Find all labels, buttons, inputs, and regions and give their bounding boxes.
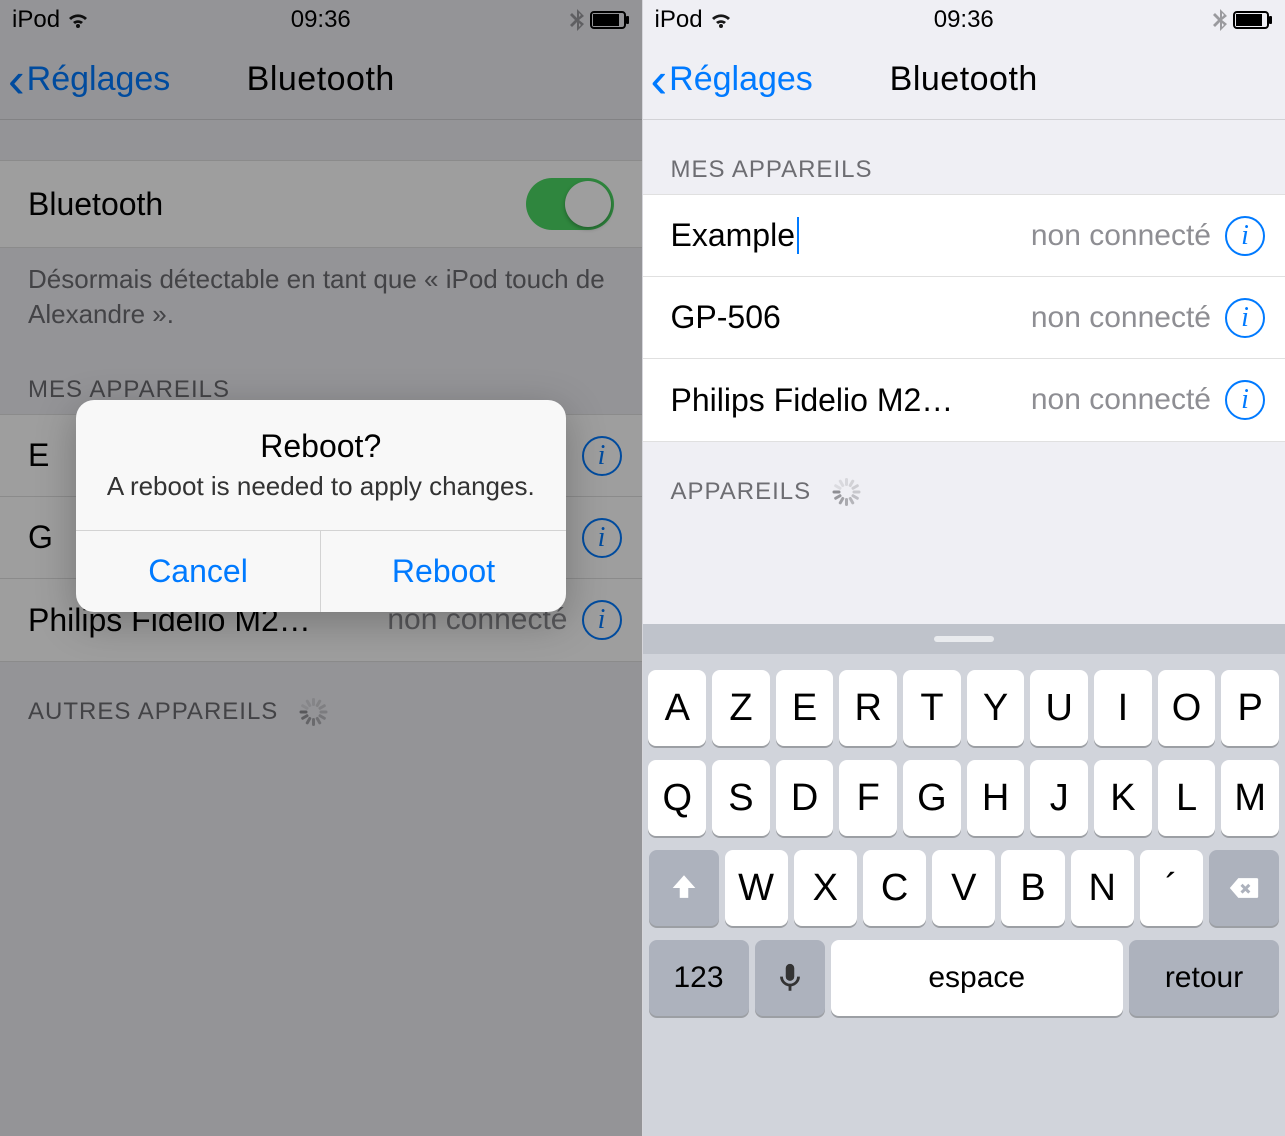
return-key[interactable]: retour — [1129, 940, 1279, 1016]
mic-key[interactable] — [755, 940, 825, 1016]
info-icon[interactable]: i — [1225, 298, 1265, 338]
appareils-label: APPAREILS — [671, 478, 812, 506]
key-b[interactable]: B — [1001, 850, 1064, 926]
back-label: Réglages — [669, 60, 813, 99]
key-z[interactable]: Z — [712, 670, 770, 746]
key-e[interactable]: E — [776, 670, 834, 746]
key-m[interactable]: M — [1221, 760, 1279, 836]
key-s[interactable]: S — [712, 760, 770, 836]
key-n[interactable]: N — [1071, 850, 1134, 926]
cancel-button[interactable]: Cancel — [76, 531, 322, 612]
numbers-key[interactable]: 123 — [649, 940, 749, 1016]
shift-key[interactable] — [649, 850, 719, 926]
key-´[interactable]: ´ — [1140, 850, 1203, 926]
reboot-alert: Reboot? A reboot is needed to apply chan… — [76, 400, 566, 612]
key-d[interactable]: D — [776, 760, 834, 836]
back-button[interactable]: ‹ Réglages — [643, 55, 813, 105]
key-k[interactable]: K — [1094, 760, 1152, 836]
reboot-button[interactable]: Reboot — [321, 531, 566, 612]
backspace-key[interactable] — [1209, 850, 1279, 926]
clock: 09:36 — [643, 6, 1285, 34]
key-g[interactable]: G — [903, 760, 961, 836]
device-status: non connecté — [1031, 219, 1211, 253]
key-w[interactable]: W — [725, 850, 788, 926]
my-devices-header: MES APPAREILS — [643, 120, 1285, 194]
screen-right: iPod 09:36 ‹ Réglages Bluetooth — [643, 0, 1285, 1136]
alert-message: A reboot is needed to apply changes. — [76, 471, 566, 530]
key-y[interactable]: Y — [967, 670, 1025, 746]
my-devices-list: Example non connecté i GP-506 non connec… — [643, 194, 1285, 442]
appareils-header: APPAREILS — [643, 442, 1285, 516]
key-v[interactable]: V — [932, 850, 995, 926]
key-r[interactable]: R — [839, 670, 897, 746]
key-l[interactable]: L — [1158, 760, 1216, 836]
key-q[interactable]: Q — [648, 760, 706, 836]
device-row[interactable]: GP-506 non connecté i — [643, 277, 1285, 359]
key-h[interactable]: H — [967, 760, 1025, 836]
device-row[interactable]: Philips Fidelio M2… non connecté i — [643, 359, 1285, 441]
chevron-left-icon: ‹ — [651, 55, 668, 105]
bluetooth-icon — [1213, 9, 1227, 31]
screen-left: iPod 09:36 ‹ — [0, 0, 643, 1136]
space-key[interactable]: espace — [831, 940, 1124, 1016]
key-x[interactable]: X — [794, 850, 857, 926]
device-status: non connecté — [1031, 301, 1211, 335]
key-j[interactable]: J — [1030, 760, 1088, 836]
key-f[interactable]: F — [839, 760, 897, 836]
key-a[interactable]: A — [648, 670, 706, 746]
device-status: non connecté — [1031, 383, 1211, 417]
info-icon[interactable]: i — [1225, 380, 1265, 420]
device-name: GP-506 — [671, 299, 1031, 336]
key-t[interactable]: T — [903, 670, 961, 746]
key-p[interactable]: P — [1221, 670, 1279, 746]
device-name-input[interactable]: Example — [671, 217, 1031, 254]
wifi-icon — [709, 10, 733, 30]
keyboard: AZERTYUIOP QSDFGHJKLM WXCVBN´ 123 — [643, 624, 1285, 1136]
key-i[interactable]: I — [1094, 670, 1152, 746]
alert-title: Reboot? — [76, 400, 566, 471]
carrier-label: iPod — [655, 6, 703, 34]
spinner-icon — [831, 478, 859, 506]
battery-icon — [1233, 11, 1273, 29]
key-c[interactable]: C — [863, 850, 926, 926]
keyboard-handle[interactable] — [643, 624, 1285, 654]
nav-bar: ‹ Réglages Bluetooth — [643, 40, 1285, 120]
key-u[interactable]: U — [1030, 670, 1088, 746]
device-name: Philips Fidelio M2… — [671, 382, 1031, 419]
key-o[interactable]: O — [1158, 670, 1216, 746]
status-bar: iPod 09:36 — [643, 0, 1285, 40]
device-row[interactable]: Example non connecté i — [643, 195, 1285, 277]
info-icon[interactable]: i — [1225, 216, 1265, 256]
